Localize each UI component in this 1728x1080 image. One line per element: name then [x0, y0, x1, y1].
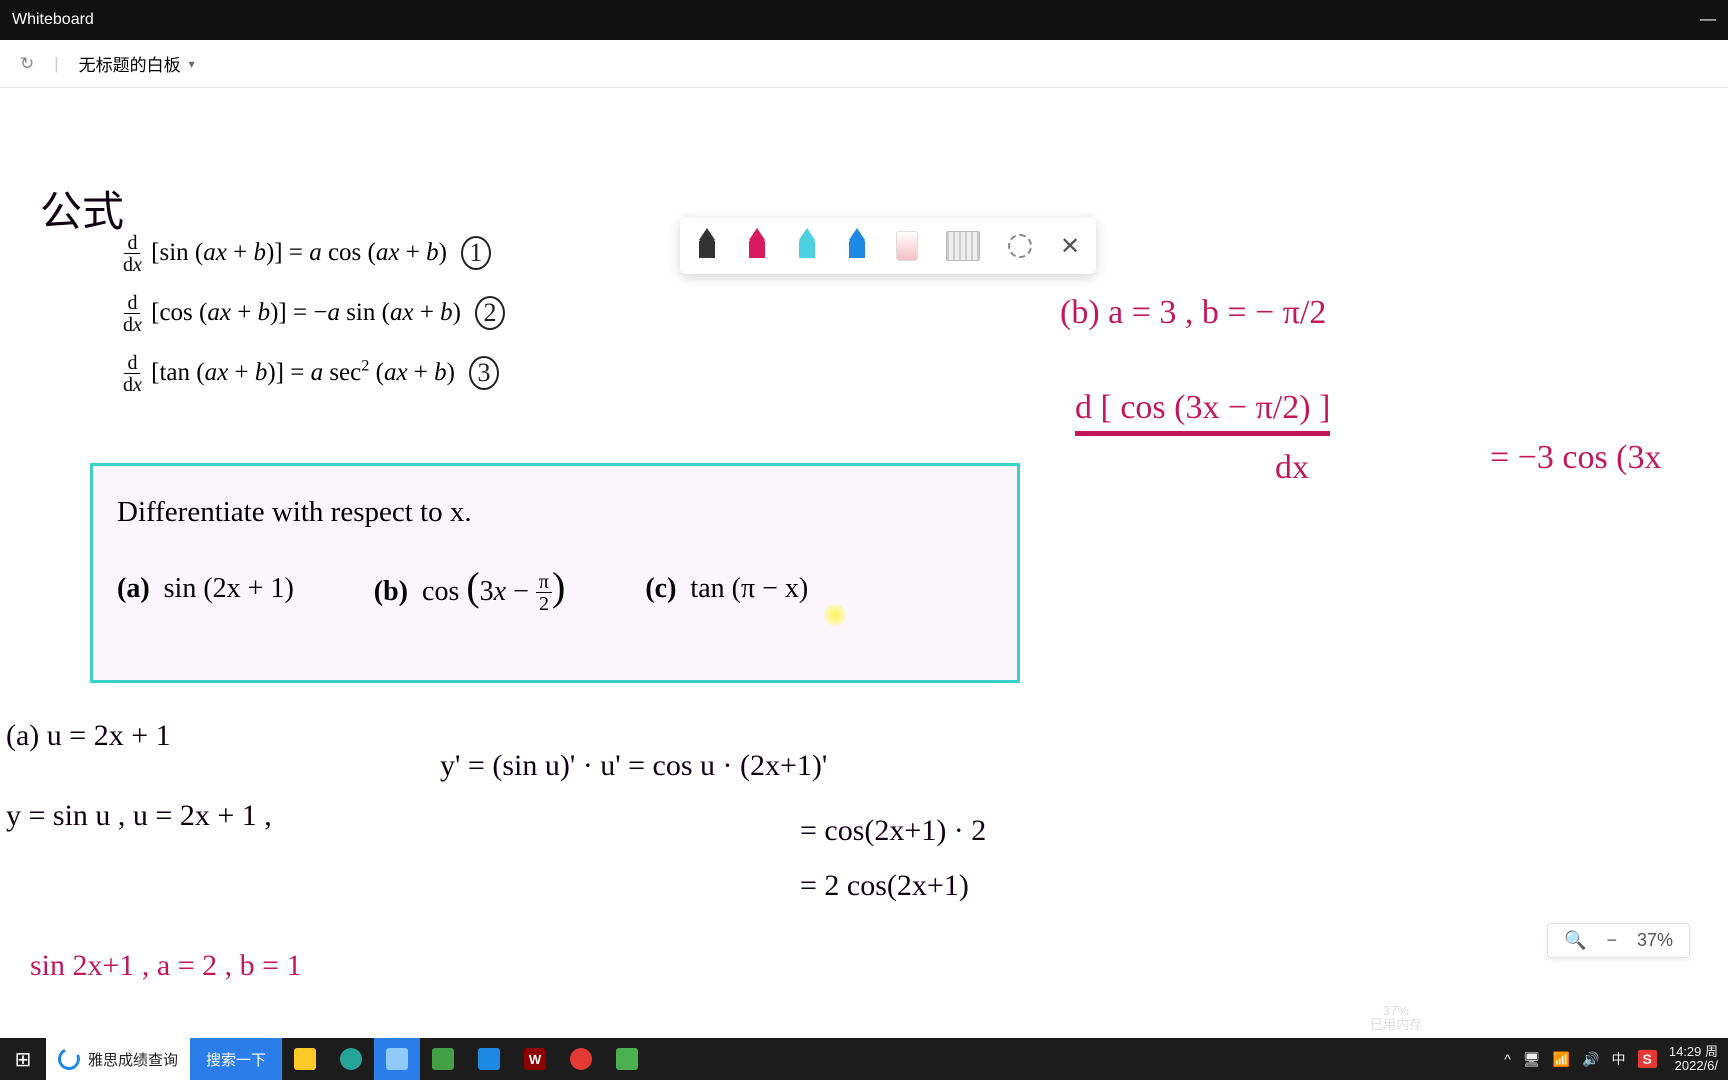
pen-toolbar: ✕ — [680, 218, 1096, 274]
problem-part-b: (b) cos (3x − π2) — [374, 563, 566, 615]
separator: | — [54, 54, 58, 74]
taskbar-app-7[interactable] — [558, 1038, 604, 1080]
problem-part-c: (c) tan (π − x) — [645, 573, 808, 605]
handwriting-a-deriv2: = cos(2x+1) · 2 — [800, 813, 986, 849]
taskbar-app-6[interactable]: W — [512, 1038, 558, 1080]
lasso-tool[interactable] — [1008, 234, 1032, 258]
formula-block: ddx [sin (ax + b)] = a cos (ax + b) 1 dd… — [120, 223, 505, 403]
taskbar-ie[interactable]: 雅思成绩查询 — [46, 1038, 190, 1080]
document-name-dropdown[interactable]: 无标题的白板 ▾ — [79, 51, 195, 76]
close-toolbar-icon[interactable]: ✕ — [1060, 232, 1080, 261]
ruler-tool[interactable] — [946, 231, 980, 261]
taskbar-app-2[interactable] — [328, 1038, 374, 1080]
pen-black[interactable] — [696, 228, 718, 264]
tray-volume-icon[interactable]: 🔊 — [1582, 1051, 1599, 1068]
tray-ime[interactable]: 中 — [1612, 1049, 1626, 1069]
heading-formula: 公式 — [40, 188, 124, 238]
formula-mark-3: 3 — [469, 356, 499, 390]
handwriting-pink1: sin 2x+1 , a = 2 , b = 1 — [30, 948, 302, 984]
formula-mark-1: 1 — [461, 236, 491, 270]
zoom-minus[interactable]: − — [1606, 930, 1617, 951]
refresh-icon[interactable]: ↻ — [20, 54, 34, 74]
tray-wifi-icon[interactable]: 📶 — [1553, 1051, 1570, 1068]
handwriting-a-line2: y = sin u , u = 2x + 1 , — [6, 798, 272, 834]
handwriting-a-deriv3: = 2 cos(2x+1) — [800, 868, 969, 904]
document-name: 无标题的白板 — [79, 51, 181, 76]
cursor-highlight — [824, 604, 846, 626]
system-tray[interactable]: ^ 🖥 📶 🔊 中 S 14:29 周 2022/6/ — [1494, 1045, 1728, 1074]
handwriting-b-rhs: = −3 cos (3x — [1490, 438, 1662, 479]
taskbar-search[interactable]: 搜索一下 — [190, 1038, 282, 1080]
taskbar-app-8[interactable] — [604, 1038, 650, 1080]
problem-box: Differentiate with respect to x. (a) sin… — [90, 463, 1020, 683]
tray-network-icon[interactable]: 🖥 — [1523, 1051, 1541, 1068]
handwriting-b-frac: d [ cos (3x − π/2) ] dx — [1075, 388, 1330, 436]
document-toolbar: ↻ | 无标题的白板 ▾ — [0, 40, 1728, 88]
formula-mark-2: 2 — [475, 296, 505, 330]
zoom-out-icon[interactable]: 🔍 — [1564, 930, 1586, 951]
taskbar-app-3[interactable] — [374, 1038, 420, 1080]
zoom-control[interactable]: 🔍 − 37% — [1547, 923, 1690, 958]
ie-icon — [55, 1045, 83, 1073]
taskbar-app-4[interactable] — [420, 1038, 466, 1080]
tray-clock[interactable]: 14:29 周 2022/6/ — [1669, 1045, 1718, 1074]
pen-blue[interactable] — [846, 228, 868, 264]
pen-teal[interactable] — [796, 228, 818, 264]
handwriting-a-sub: (a) u = 2x + 1 — [6, 718, 171, 754]
problem-prompt: Differentiate with respect to x. — [117, 496, 993, 529]
taskbar-app-1[interactable] — [282, 1038, 328, 1080]
windows-taskbar: ⊞ 雅思成绩查询 搜索一下 W ^ 🖥 📶 🔊 中 S 14:29 周 2022… — [0, 1038, 1728, 1080]
pen-red[interactable] — [746, 228, 768, 264]
start-button[interactable]: ⊞ — [0, 1038, 46, 1080]
zoom-percent: 37% — [1637, 930, 1673, 951]
tray-chevron-up-icon[interactable]: ^ — [1504, 1051, 1511, 1067]
minimize-button[interactable]: — — [1700, 11, 1716, 29]
memory-badge: 37% 已用内存 — [1370, 998, 1422, 1038]
handwriting-a-deriv1: y' = (sin u)' · u' = cos u · (2x+1)' — [440, 748, 827, 784]
tray-sogou[interactable]: S — [1638, 1050, 1657, 1068]
whiteboard-canvas[interactable]: ✕ 公式 ddx [sin (ax + b)] = a cos (ax + b)… — [0, 88, 1728, 1008]
window-titlebar: Whiteboard — — [0, 0, 1728, 40]
handwriting-b-header: (b) a = 3 , b = − π/2 — [1060, 293, 1326, 334]
chevron-down-icon: ▾ — [189, 57, 195, 71]
app-title: Whiteboard — [12, 11, 94, 29]
problem-part-a: (a) sin (2x + 1) — [117, 573, 294, 605]
eraser-tool[interactable] — [896, 231, 918, 261]
taskbar-app-5[interactable] — [466, 1038, 512, 1080]
ie-label: 雅思成绩查询 — [88, 1049, 178, 1070]
